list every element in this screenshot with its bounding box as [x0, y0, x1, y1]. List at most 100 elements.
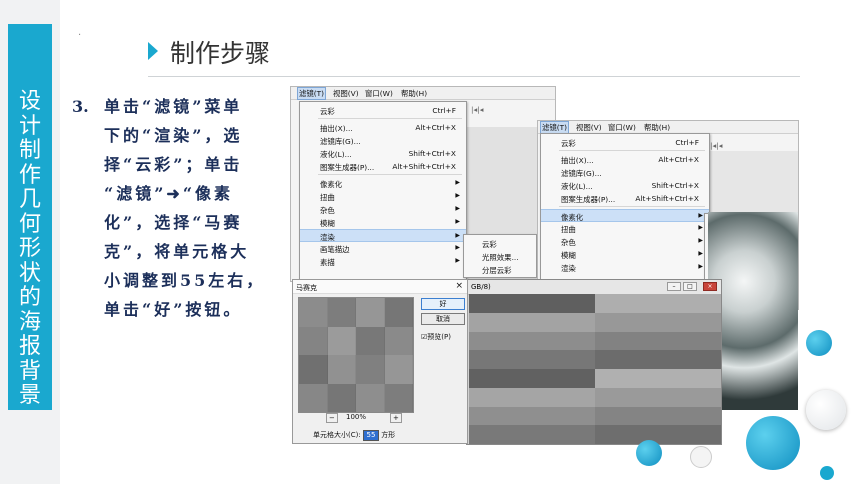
window-title: GB/8): [471, 283, 491, 291]
mosaic-tile: [631, 331, 649, 351]
menu-item-label: 抽出(X)...: [320, 124, 353, 133]
mosaic-tile: [487, 387, 505, 407]
menu-separator: [559, 206, 705, 207]
menu-item-label: 滤镜库(G)...: [561, 169, 602, 178]
zoom-in-button[interactable]: +: [390, 413, 402, 423]
mosaic-tile: [649, 312, 667, 332]
menu-item[interactable]: 杂色 ▶: [300, 203, 466, 216]
menu-item[interactable]: 图案生成器(P)... Alt+Shift+Ctrl+X: [300, 160, 466, 173]
menu-item-label: 扭曲: [320, 193, 335, 202]
menu-separator: [559, 150, 705, 151]
dialog-close-icon[interactable]: ×: [455, 281, 463, 291]
preview-checkbox[interactable]: ☑预览(P): [421, 332, 451, 342]
menu-item[interactable]: 滤镜库(G)...: [541, 166, 709, 179]
submenu-item[interactable]: 光照效果...: [464, 250, 536, 263]
cell-size-label: 单元格大小(C):: [313, 431, 361, 439]
mosaic-tile: [685, 331, 703, 351]
mosaic-tile: [613, 350, 631, 369]
menu-item[interactable]: 滤镜库(G)...: [300, 134, 466, 147]
decor-circle: [806, 330, 832, 356]
mosaic-tile: [631, 406, 649, 426]
sidebar-title-char: 作: [18, 162, 41, 188]
menu-item[interactable]: 扭曲 ▶: [300, 190, 466, 203]
submenu-arrow-icon: ▶: [455, 205, 460, 212]
dialog-titlebar: 马赛克 ×: [293, 280, 467, 294]
menu-item-label: 模糊: [561, 251, 576, 260]
mosaic-tile: [649, 331, 667, 351]
menu-item[interactable]: 扭曲 ▶: [541, 222, 709, 235]
mosaic-tile: [327, 355, 356, 384]
menu-item[interactable]: 抽出(X)... Alt+Ctrl+X: [541, 153, 709, 166]
cell-size-input[interactable]: 55: [362, 430, 379, 441]
mosaic-tile: [541, 312, 559, 332]
menu-window[interactable]: 窗口(W): [365, 88, 393, 99]
mosaic-tile: [685, 369, 703, 388]
mosaic-tile: [631, 312, 649, 332]
screenshot-filter-render-menu: 滤镜(T) 视图(V) 窗口(W) 帮助(H) |◂|◂ 云彩 Ctrl+F 抽出(…: [290, 86, 557, 285]
menu-window[interactable]: 窗口(W): [608, 122, 636, 133]
menu-item[interactable]: 液化(L)... Shift+Ctrl+X: [300, 147, 466, 160]
submenu-arrow-icon: ▶: [698, 250, 703, 257]
mosaic-tile: [667, 294, 685, 313]
mosaic-tile: [523, 331, 541, 351]
submenu-arrow-icon: ▶: [455, 179, 460, 186]
mosaic-tile: [523, 312, 541, 332]
step-line: 下的“渲染”，选: [104, 126, 243, 145]
menu-help[interactable]: 帮助(H): [401, 88, 427, 99]
submenu-item[interactable]: 云彩: [464, 237, 536, 250]
close-button[interactable]: ×: [703, 282, 717, 291]
menu-item[interactable]: 云彩 Ctrl+F: [300, 104, 466, 117]
maximize-button[interactable]: □: [683, 282, 697, 291]
menu-separator: [318, 118, 462, 119]
submenu-arrow-icon: ▶: [455, 192, 460, 199]
menu-item[interactable]: 画笔描边 ▶: [300, 242, 466, 255]
menu-item[interactable]: 液化(L)... Shift+Ctrl+X: [541, 179, 709, 192]
ok-button[interactable]: 好: [421, 298, 465, 310]
menu-item-label: 渲染: [561, 264, 576, 273]
mosaic-tile: [299, 298, 328, 327]
menu-item[interactable]: 图案生成器(P)... Alt+Shift+Ctrl+X: [541, 192, 709, 205]
menu-item-shortcut: Shift+Ctrl+X: [408, 149, 456, 158]
mosaic-tile: [356, 326, 385, 355]
step-number: 3.: [72, 97, 89, 116]
menu-separator: [318, 174, 462, 175]
menu-item[interactable]: 渲染 ▶: [300, 229, 466, 242]
cancel-button[interactable]: 取消: [421, 313, 465, 325]
menu-view[interactable]: 视图(V): [333, 88, 359, 99]
menu-item[interactable]: 云彩 Ctrl+F: [541, 136, 709, 149]
menu-item[interactable]: 像素化 ▶: [541, 209, 709, 222]
mosaic-tile: [523, 406, 541, 426]
sidebar-title-char: 的: [18, 285, 41, 310]
menu-view[interactable]: 视图(V): [576, 122, 602, 133]
minimize-button[interactable]: –: [667, 282, 681, 291]
menu-help[interactable]: 帮助(H): [644, 122, 670, 133]
sidebar-title-char: 何: [18, 211, 41, 237]
title-divider: [148, 76, 800, 77]
menu-item[interactable]: 杂色 ▶: [541, 235, 709, 248]
zoom-out-button[interactable]: −: [326, 413, 338, 423]
mosaic-tile: [613, 294, 631, 313]
menu-item-label: 液化(L)...: [561, 182, 593, 191]
menu-item-shortcut: Ctrl+F: [675, 138, 699, 147]
menu-item-shortcut: Ctrl+F: [432, 106, 456, 115]
mosaic-tile: [577, 369, 595, 388]
mosaic-tile: [523, 425, 541, 444]
menu-item[interactable]: 像素化 ▶: [300, 177, 466, 190]
menu-item[interactable]: 抽出(X)... Alt+Ctrl+X: [300, 121, 466, 134]
menu-item[interactable]: 素描 ▶: [300, 255, 466, 268]
menu-item[interactable]: 模糊 ▶: [300, 216, 466, 229]
mosaic-tile: [649, 369, 667, 388]
menu-item[interactable]: 模糊 ▶: [541, 248, 709, 261]
menu-filter[interactable]: 滤镜(T): [297, 87, 327, 100]
mosaic-tile: [631, 294, 649, 313]
menu-item-shortcut: Alt+Shift+Ctrl+X: [635, 194, 699, 203]
mosaic-dialog: 马赛克 × 好 取消 ☑预览(P) − 100% + 单元格大小(C): 55 …: [292, 279, 468, 444]
mosaic-tile: [541, 350, 559, 369]
mosaic-tile: [613, 312, 631, 332]
mosaic-tile: [559, 294, 577, 313]
mosaic-tile: [469, 387, 487, 407]
submenu-item[interactable]: 分层云彩: [464, 263, 536, 276]
menu-item[interactable]: 渲染 ▶: [541, 261, 709, 274]
mosaic-tile: [327, 326, 356, 355]
sidebar-title-char: 计: [18, 113, 41, 139]
